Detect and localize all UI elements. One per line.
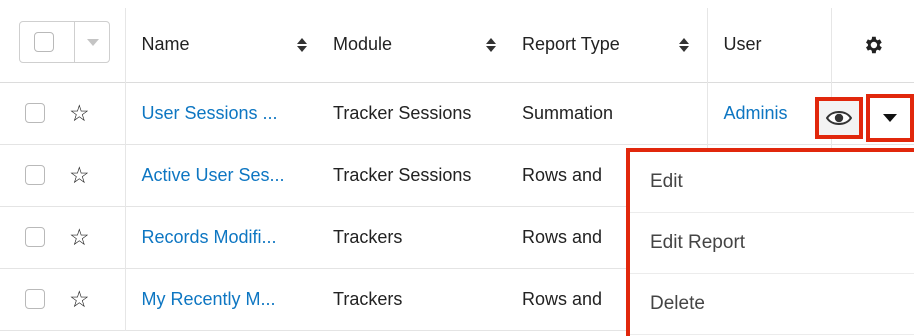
mass-select-dropdown[interactable] — [19, 21, 110, 64]
previous-row-clip — [0, 0, 914, 8]
sort-icon[interactable] — [486, 37, 496, 52]
row-checkbox[interactable] — [25, 165, 45, 185]
module-cell: Tracker Sessions — [333, 102, 472, 123]
report-name-link[interactable]: Active User Ses... — [126, 165, 326, 186]
gear-icon[interactable] — [862, 34, 884, 56]
star-icon[interactable]: ☆ — [69, 101, 90, 125]
sort-icon[interactable] — [297, 37, 307, 52]
row-actions-dropdown-button[interactable] — [866, 94, 914, 142]
column-header-name[interactable]: Name — [125, 8, 325, 82]
report-name-link[interactable]: User Sessions ... — [126, 103, 326, 124]
module-cell: Trackers — [333, 226, 403, 247]
divider — [74, 22, 75, 63]
report-name-link[interactable]: Records Modifi... — [126, 227, 326, 248]
menu-item-edit[interactable]: Edit — [630, 152, 914, 213]
report-name-link[interactable]: My Recently M... — [126, 289, 326, 310]
chevron-down-icon[interactable] — [87, 39, 99, 47]
column-label: Report Type — [522, 34, 620, 55]
column-settings-cell — [831, 8, 914, 82]
star-icon[interactable]: ☆ — [69, 163, 90, 187]
column-header-report-type[interactable]: Report Type — [514, 8, 708, 82]
report-type-cell: Summation — [522, 102, 614, 123]
table-row: ☆ User Sessions ... Tracker Sessions Sum… — [0, 82, 914, 144]
row-checkbox[interactable] — [25, 289, 45, 309]
sort-icon[interactable] — [678, 37, 689, 52]
column-label: User — [723, 34, 762, 55]
caret-down-icon — [883, 114, 897, 122]
row-checkbox[interactable] — [25, 103, 45, 123]
star-icon[interactable]: ☆ — [69, 225, 90, 249]
row-actions-menu: Edit Edit Report Delete — [626, 148, 914, 336]
table-header-row: Name Module Report Type User — [0, 8, 914, 82]
column-label: Module — [333, 34, 393, 55]
column-header-module[interactable]: Module — [325, 8, 514, 82]
preview-button[interactable] — [815, 97, 863, 139]
column-header-user[interactable]: User — [707, 8, 832, 82]
module-cell: Trackers — [333, 288, 403, 309]
module-cell: Tracker Sessions — [333, 164, 472, 185]
menu-item-edit-report[interactable]: Edit Report — [630, 213, 914, 274]
select-all-checkbox[interactable] — [34, 32, 54, 53]
menu-item-delete[interactable]: Delete — [630, 274, 914, 335]
select-all-cell — [0, 8, 126, 82]
eye-icon — [826, 111, 852, 125]
row-checkbox[interactable] — [25, 227, 45, 247]
user-link[interactable]: Adminis — [708, 103, 831, 124]
star-icon[interactable]: ☆ — [69, 287, 90, 311]
column-label: Name — [141, 34, 190, 55]
